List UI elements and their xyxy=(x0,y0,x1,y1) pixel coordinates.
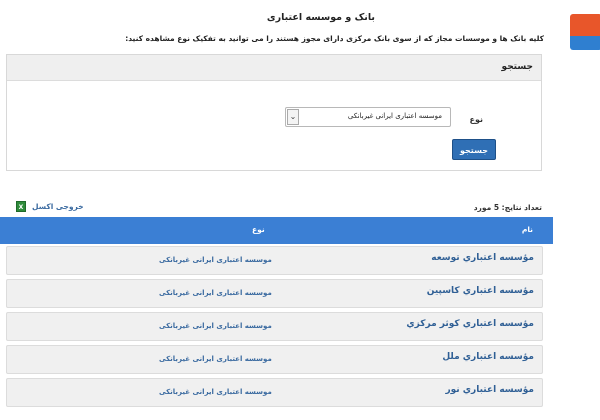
table-row[interactable]: مؤسسه اعتباري ملل موسسه اعتباری ایرانی غ… xyxy=(6,345,543,374)
page-title: بانک و موسسه اعتباری xyxy=(266,12,375,23)
side-widget-top[interactable] xyxy=(570,14,600,36)
search-panel-header: جستجو xyxy=(7,55,541,81)
table-row[interactable]: مؤسسه اعتباري نور موسسه اعتباری ایرانی غ… xyxy=(6,378,543,407)
results-list: مؤسسه اعتباري توسعه موسسه اعتباری ایرانی… xyxy=(6,246,543,411)
side-widget[interactable] xyxy=(570,14,600,50)
column-header-name: نام xyxy=(521,225,533,234)
row-type: موسسه اعتباری ایرانی غیربانکی xyxy=(159,355,272,363)
type-select-value: موسسه اعتباری ایرانی غیربانکی xyxy=(347,112,442,120)
type-label: نوع xyxy=(469,115,483,124)
side-widget-bottom[interactable] xyxy=(570,36,600,50)
row-name-link[interactable]: مؤسسه اعتباري توسعه xyxy=(431,253,534,263)
table-row[interactable]: مؤسسه اعتباري کاسپین موسسه اعتباری ایران… xyxy=(6,279,543,308)
table-row[interactable]: مؤسسه اعتباري كوثر مركزي موسسه اعتباری ا… xyxy=(6,312,543,341)
row-type: موسسه اعتباری ایرانی غیربانکی xyxy=(159,256,272,264)
table-row[interactable]: مؤسسه اعتباري توسعه موسسه اعتباری ایرانی… xyxy=(6,246,543,275)
row-name-link[interactable]: مؤسسه اعتباري کاسپین xyxy=(427,286,534,296)
row-name-link[interactable]: مؤسسه اعتباري كوثر مركزي xyxy=(406,319,534,329)
row-name-link[interactable]: مؤسسه اعتباري نور xyxy=(445,385,534,395)
table-header: نام نوع xyxy=(0,217,553,244)
result-count: تعداد نتایج: 5 مورد xyxy=(473,203,542,212)
excel-export-label[interactable]: خروجی اکسل xyxy=(32,202,84,211)
page-description: کلیه بانک ها و موسسات مجاز که از سوی بان… xyxy=(125,34,544,43)
search-panel: جستجو نوع موسسه اعتباری ایرانی غیربانکی … xyxy=(6,54,542,171)
row-type: موسسه اعتباری ایرانی غیربانکی xyxy=(159,322,272,330)
type-select[interactable]: موسسه اعتباری ایرانی غیربانکی ⌄ xyxy=(285,107,451,127)
excel-icon[interactable]: X xyxy=(16,201,26,212)
row-name-link[interactable]: مؤسسه اعتباري ملل xyxy=(442,352,534,362)
chevron-down-icon[interactable]: ⌄ xyxy=(287,109,299,125)
page: بانک و موسسه اعتباری کلیه بانک ها و موسس… xyxy=(0,0,600,420)
row-type: موسسه اعتباری ایرانی غیربانکی xyxy=(159,289,272,297)
excel-export-link[interactable]: خروجی اکسل X xyxy=(16,201,84,212)
column-header-type: نوع xyxy=(252,225,265,234)
search-button[interactable]: جستجو xyxy=(452,139,496,160)
row-type: موسسه اعتباری ایرانی غیربانکی xyxy=(159,388,272,396)
